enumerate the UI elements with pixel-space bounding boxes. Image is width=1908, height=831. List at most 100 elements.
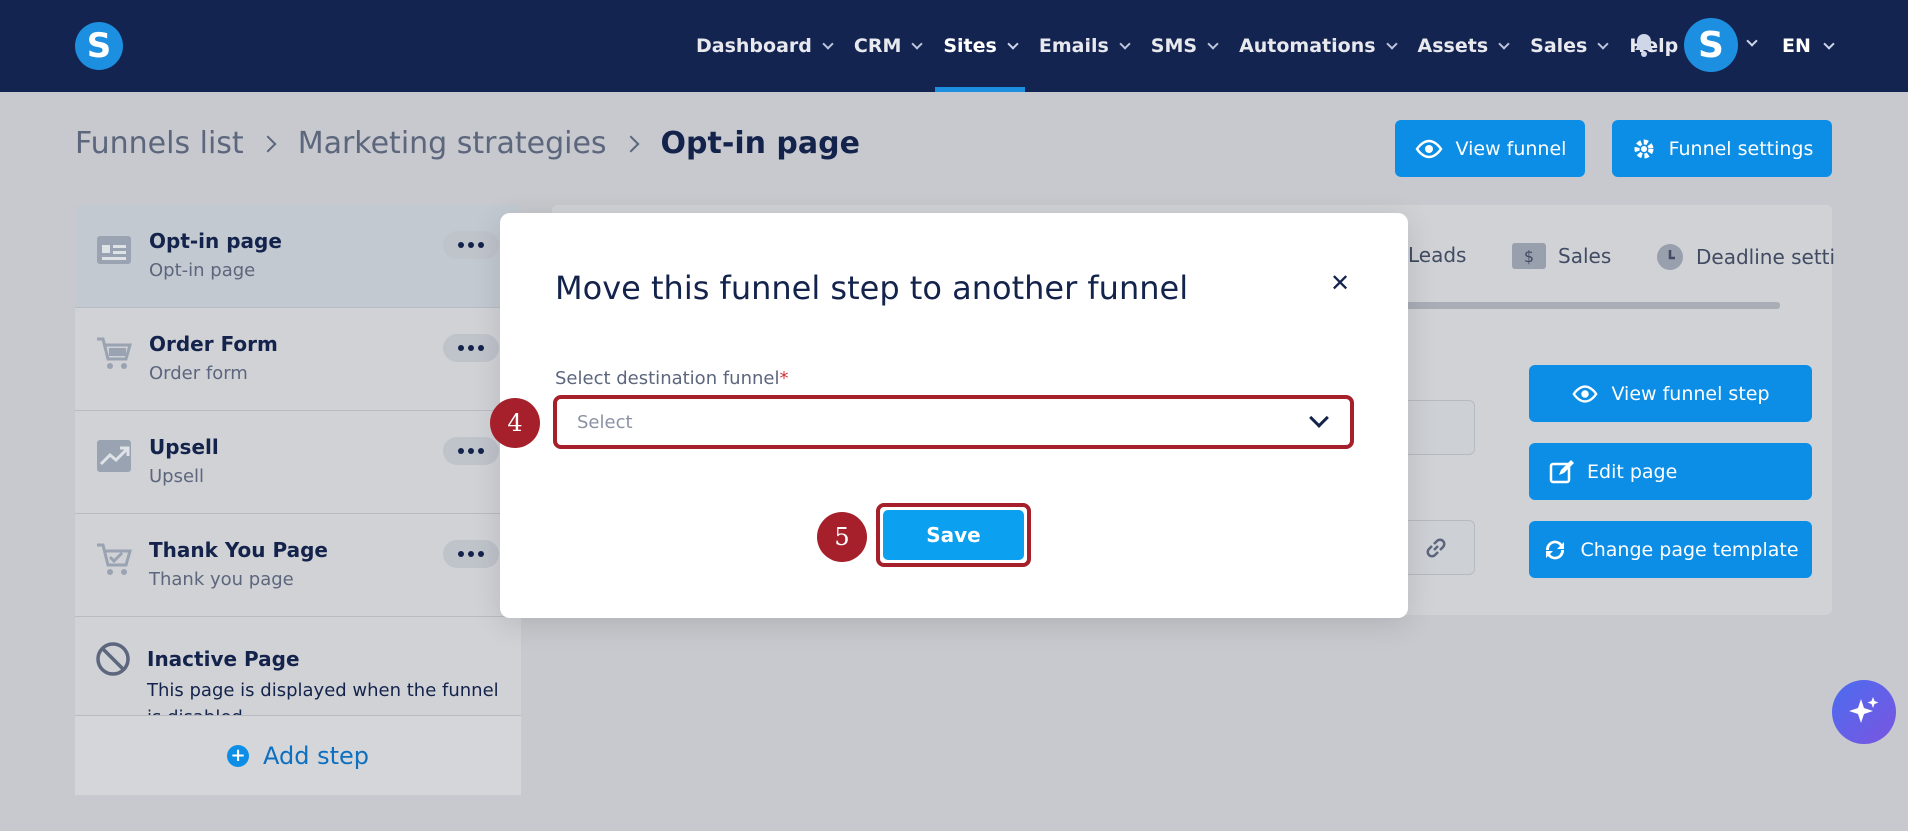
- step-name: Order Form: [149, 332, 278, 356]
- chevron-right-icon: [259, 135, 277, 152]
- select-placeholder: Select: [577, 412, 633, 433]
- more-options-icon[interactable]: [443, 231, 499, 259]
- cart-icon: [97, 337, 132, 369]
- nav-label: Sites: [943, 35, 997, 57]
- app-logo[interactable]: S: [75, 22, 123, 70]
- view-funnel-step-button[interactable]: View funnel step: [1529, 365, 1812, 422]
- refresh-icon: [1546, 540, 1565, 559]
- nav-item-sites[interactable]: Sites: [935, 0, 1026, 92]
- chevron-down-icon: [1597, 37, 1610, 50]
- nav-label: Emails: [1038, 35, 1109, 57]
- cart-check-icon: [97, 543, 132, 575]
- funnel-settings-button[interactable]: Funnel settings: [1612, 120, 1832, 177]
- sparkle-icon: [1849, 697, 1879, 723]
- nav-item-sales[interactable]: Sales: [1530, 0, 1610, 92]
- ban-icon: [96, 642, 130, 676]
- step-badge-5: 5: [817, 512, 867, 562]
- step-name: Inactive Page: [147, 647, 300, 671]
- top-navigation: S Dashboard CRM Sites Emails SMS Automat…: [0, 0, 1908, 92]
- page-icon: [97, 236, 131, 264]
- chevron-down-icon: [1385, 37, 1398, 50]
- bell-icon[interactable]: [1632, 32, 1656, 58]
- chevron-down-icon: [1309, 408, 1329, 428]
- more-options-icon[interactable]: [443, 437, 499, 465]
- step-type: Upsell: [149, 466, 205, 487]
- step-description: This page is displayed when the funnel i…: [147, 680, 499, 715]
- chevron-down-icon: [1207, 37, 1219, 50]
- nav-label: Assets: [1417, 35, 1489, 57]
- nav-label: Sales: [1530, 35, 1588, 57]
- chevron-down-icon[interactable]: [1746, 35, 1758, 47]
- language-selector[interactable]: EN: [1782, 0, 1835, 92]
- chevron-down-icon: [822, 37, 834, 50]
- nav-item-assets[interactable]: Assets: [1417, 0, 1510, 92]
- destination-funnel-select[interactable]: Select: [553, 395, 1354, 449]
- step-badge-4: 4: [490, 398, 540, 448]
- required-marker: *: [779, 368, 789, 389]
- breadcrumb-marketing-strategies[interactable]: Marketing strategies: [298, 126, 607, 161]
- button-label: Funnel settings: [1668, 137, 1814, 160]
- button-label: View funnel step: [1611, 382, 1770, 405]
- button-label: View funnel: [1455, 137, 1567, 160]
- nav-item-emails[interactable]: Emails: [1038, 0, 1131, 92]
- change-page-template-button[interactable]: Change page template: [1529, 521, 1812, 578]
- add-step-button[interactable]: + Add step: [75, 715, 521, 795]
- ai-assistant-button[interactable]: [1832, 680, 1896, 744]
- step-type: Thank you page: [149, 569, 294, 590]
- tab-scrollbar[interactable]: [1390, 302, 1780, 309]
- breadcrumb-funnels-list[interactable]: Funnels list: [75, 126, 244, 161]
- nav-label: SMS: [1150, 35, 1198, 57]
- button-label: Add step: [262, 741, 369, 770]
- chevron-down-icon: [911, 37, 924, 50]
- step-name: Thank You Page: [149, 538, 328, 562]
- nav-label: CRM: [853, 35, 902, 57]
- chevron-down-icon: [1007, 37, 1019, 50]
- close-icon[interactable]: ✕: [1322, 265, 1358, 301]
- step-name: Upsell: [149, 435, 219, 459]
- eye-icon: [1572, 384, 1599, 403]
- tab-label: Leads: [1408, 243, 1467, 267]
- tab-label: Sales: [1558, 244, 1612, 268]
- tab-label: Deadline setti: [1696, 245, 1836, 269]
- chevron-down-icon: [1823, 37, 1835, 50]
- sidebar-step-inactive[interactable]: Inactive Page This page is displayed whe…: [75, 617, 521, 715]
- save-button-highlight: Save: [876, 503, 1031, 567]
- tab-leads[interactable]: Leads: [1408, 243, 1466, 267]
- destination-funnel-label: Select destination funnel*: [555, 368, 788, 389]
- step-type: Opt-in page: [149, 260, 256, 281]
- move-step-modal: Move this funnel step to another funnel …: [500, 213, 1408, 618]
- nav-menu: Dashboard CRM Sites Emails SMS Automatio…: [696, 0, 1700, 92]
- save-button[interactable]: Save: [883, 510, 1024, 560]
- tab-sales[interactable]: $ Sales: [1512, 243, 1611, 269]
- view-funnel-button[interactable]: View funnel: [1395, 120, 1585, 177]
- chevron-down-icon: [1498, 37, 1510, 50]
- dollar-icon: $: [1512, 243, 1546, 269]
- link-icon: [1426, 538, 1446, 558]
- user-avatar[interactable]: S: [1684, 18, 1738, 72]
- more-options-icon[interactable]: [443, 540, 499, 568]
- nav-item-crm[interactable]: CRM: [853, 0, 924, 92]
- funnel-steps-sidebar: Opt-in page Opt-in page Order Form Order…: [75, 205, 521, 795]
- chart-icon: [97, 440, 131, 472]
- sidebar-step-order-form[interactable]: Order Form Order form: [75, 308, 521, 411]
- language-label: EN: [1782, 35, 1811, 57]
- sidebar-step-upsell[interactable]: Upsell Upsell: [75, 411, 521, 514]
- nav-label: Automations: [1239, 35, 1376, 57]
- clock-icon: [1657, 244, 1683, 270]
- label-text: Select destination funnel: [555, 368, 780, 389]
- nav-item-sms[interactable]: SMS: [1150, 0, 1219, 92]
- sidebar-step-thank-you[interactable]: Thank You Page Thank you page: [75, 514, 521, 617]
- tab-deadline-settings[interactable]: Deadline setti: [1656, 243, 1835, 271]
- button-label: Change page template: [1580, 538, 1799, 561]
- button-label: Edit page: [1587, 460, 1678, 483]
- nav-item-dashboard[interactable]: Dashboard: [696, 0, 834, 92]
- edit-page-button[interactable]: Edit page: [1529, 443, 1812, 500]
- breadcrumb: Funnels list Marketing strategies Opt-in…: [75, 126, 860, 161]
- step-type: Order form: [149, 363, 248, 384]
- eye-icon: [1415, 139, 1443, 158]
- breadcrumb-current: Opt-in page: [660, 126, 860, 161]
- nav-item-automations[interactable]: Automations: [1239, 0, 1398, 92]
- gear-icon: [1634, 139, 1654, 158]
- more-options-icon[interactable]: [443, 334, 499, 362]
- sidebar-step-opt-in[interactable]: Opt-in page Opt-in page: [75, 205, 521, 308]
